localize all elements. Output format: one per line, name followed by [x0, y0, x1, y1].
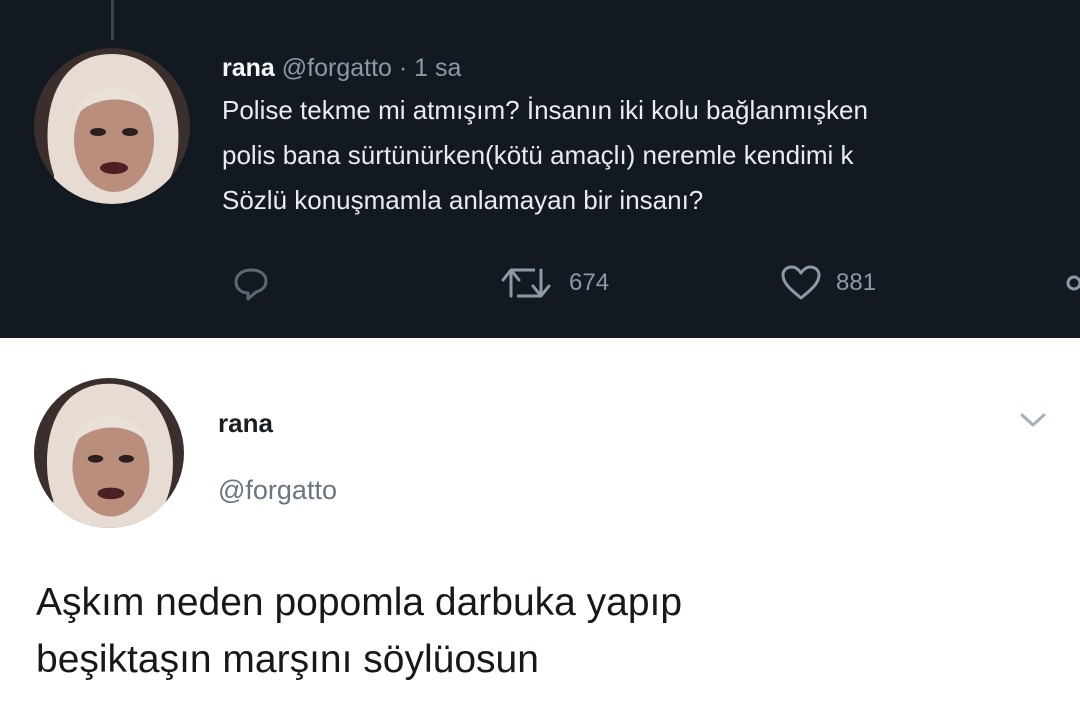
thread-line [111, 0, 114, 40]
heart-icon [781, 265, 821, 300]
tweet-actions: 674 881 [0, 262, 1080, 306]
like-button[interactable]: 881 [780, 264, 876, 302]
retweet-button[interactable]: 674 [497, 264, 609, 302]
more-options-button[interactable] [1018, 410, 1048, 435]
chevron-down-icon [1020, 413, 1046, 427]
light-tweet: rana @forgatto Aşkım neden popomla darbu… [0, 338, 1080, 705]
username-handle[interactable]: @forgatto [218, 475, 337, 506]
display-name[interactable]: rana [222, 54, 275, 82]
tweet-line: Aşkım neden popomla darbuka yapıp [36, 581, 683, 624]
avatar[interactable] [34, 48, 190, 204]
tweet-line: Sözlü konuşmamla anlamayan bir insanı? [222, 185, 704, 215]
avatar[interactable] [34, 378, 184, 528]
share-button[interactable] [1062, 268, 1080, 298]
retweet-count: 674 [569, 269, 610, 296]
retweet-icon [501, 268, 551, 298]
tweet-text: Polise tekme mi atmışım? İnsanın iki kol… [222, 88, 1080, 223]
avatar-photo [34, 378, 184, 528]
tweet-content: rana @forgatto · 1 sa Polise tekme mi at… [222, 54, 1080, 223]
share-icon [1066, 275, 1080, 291]
tweet-line: beşiktaşın marşını söylüosun [36, 638, 539, 681]
reply-button[interactable] [232, 266, 270, 302]
tweet-line: Polise tekme mi atmışım? İnsanın iki kol… [222, 95, 868, 125]
display-name[interactable]: rana [218, 408, 273, 439]
reply-icon [234, 268, 268, 301]
separator-dot: · [398, 54, 408, 82]
avatar-photo [34, 48, 190, 204]
like-count: 881 [836, 269, 877, 296]
timestamp[interactable]: 1 sa [414, 54, 461, 82]
tweet-header: rana @forgatto · 1 sa [222, 54, 1080, 82]
tweet-text: Aşkım neden popomla darbuka yapıp beşikt… [36, 574, 1056, 688]
tweet-line: polis bana sürtünürken(kötü amaçlı) nere… [222, 140, 854, 170]
dark-tweet: rana @forgatto · 1 sa Polise tekme mi at… [0, 0, 1080, 338]
username-handle[interactable]: @forgatto [282, 54, 392, 82]
